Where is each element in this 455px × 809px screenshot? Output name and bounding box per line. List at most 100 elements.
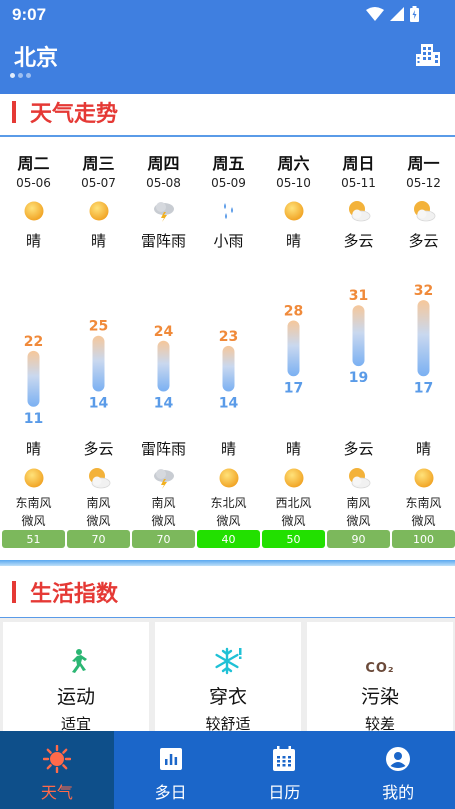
calendar-icon — [228, 743, 342, 775]
section-accent-bar — [12, 581, 16, 603]
night-column: 雷阵雨 南风 微风 — [131, 438, 196, 530]
low-temp-label: 14 — [89, 396, 109, 412]
low-temp-label: 14 — [154, 396, 174, 412]
aqi-badge: 70 — [132, 530, 195, 548]
night-column: 晴东南风 微风 — [1, 438, 66, 530]
thunderstorm-icon — [131, 464, 196, 492]
night-column: 晴西北风 微风 — [261, 438, 326, 530]
low-temp-label: 17 — [284, 380, 303, 396]
night-column: 晴东南风 微风 — [391, 438, 455, 530]
life-section-title: 生活指数 — [30, 582, 119, 607]
status-icons — [366, 6, 419, 22]
life-card-2[interactable]: CO₂ 污染 较差 — [307, 622, 453, 733]
high-temp-label: 25 — [89, 319, 108, 335]
sun-icon — [391, 464, 455, 492]
night-column: 多云 南风 微风 — [66, 438, 131, 530]
day-date: 05-06 — [16, 176, 51, 190]
temp-range-bar — [417, 300, 430, 377]
nav-item-2[interactable]: 日历 — [228, 731, 342, 809]
day-name: 周五 — [212, 154, 245, 173]
temp-range-bar — [222, 345, 235, 392]
temp-range-bar — [157, 340, 170, 392]
wind-direction: 西北风 — [275, 496, 312, 510]
night-condition: 晴 — [220, 440, 236, 458]
nav-item-3[interactable]: 我的 — [341, 731, 455, 809]
bottom-navigation: 天气 多日 日历 我的 — [0, 731, 455, 809]
high-temp-label: 23 — [219, 329, 238, 345]
sun-icon — [196, 464, 261, 492]
day-column[interactable]: 周五 05-09 小雨 — [196, 150, 261, 251]
high-temp-label: 22 — [24, 334, 43, 350]
high-temp-label: 32 — [414, 283, 433, 299]
nav-item-0[interactable]: 天气 — [0, 731, 114, 809]
day-column[interactable]: 周四 05-08 雷阵雨 — [131, 150, 196, 251]
day-column[interactable]: 周二 05-06 晴 — [1, 150, 66, 251]
wind-level: 微风 — [21, 514, 46, 528]
day-condition: 晴 — [90, 232, 106, 250]
temperature-range-chart: 22 11 25 14 24 14 23 14 28 17 31 19 32 17 — [24, 283, 433, 427]
high-temp-label: 24 — [154, 324, 174, 340]
aqi-badge: 51 — [2, 530, 65, 548]
day-condition: 多云 — [343, 232, 374, 250]
wind-direction: 南风 — [346, 496, 371, 510]
wind-direction: 南风 — [86, 496, 111, 510]
page-indicator — [10, 73, 31, 78]
wind-direction: 东南风 — [405, 496, 442, 510]
day-name: 周二 — [17, 154, 50, 173]
night-condition: 晴 — [25, 440, 41, 458]
day-condition: 晴 — [25, 232, 41, 250]
life-card-1[interactable]: 穿衣 较舒适 — [155, 622, 301, 733]
day-date: 05-08 — [146, 176, 181, 190]
sun-icon — [66, 198, 131, 224]
wind-level: 微风 — [216, 514, 241, 528]
aqi-badge: 40 — [197, 530, 260, 548]
wind-level: 微风 — [346, 514, 371, 528]
day-column[interactable]: 周三 05-07 晴 — [66, 150, 131, 251]
life-card-title: 运动 — [56, 686, 95, 708]
cloudy-icon — [66, 464, 131, 492]
aqi-badge: 90 — [327, 530, 390, 548]
city-title[interactable]: 北京 — [14, 40, 58, 72]
day-column[interactable]: 周日 05-11 多云 — [326, 150, 391, 251]
night-condition: 晴 — [415, 440, 431, 458]
day-date: 05-11 — [341, 176, 376, 190]
night-condition: 晴 — [285, 440, 301, 458]
nav-label: 日历 — [268, 783, 301, 802]
aqi-badge: 100 — [392, 530, 455, 548]
life-card-title: 污染 — [360, 686, 399, 708]
life-section-header: 生活指数 — [0, 572, 455, 612]
temp-range-bar — [92, 335, 105, 392]
day-name: 周三 — [82, 154, 115, 173]
sun-icon — [1, 464, 66, 492]
night-condition: 多云 — [343, 440, 374, 458]
wind-level: 微风 — [411, 514, 436, 528]
wind-direction: 南风 — [151, 496, 176, 510]
life-card-0[interactable]: 运动 适宜 — [3, 622, 149, 733]
low-temp-label: 17 — [414, 380, 433, 396]
night-condition: 雷阵雨 — [140, 440, 186, 458]
wind-level: 微风 — [151, 514, 176, 528]
sun-icon — [1, 198, 66, 224]
snowflake-icon — [155, 642, 301, 676]
aqi-badge: 70 — [67, 530, 130, 548]
temp-range-bar — [27, 350, 40, 407]
high-temp-label: 31 — [349, 288, 368, 304]
city-manage-icon[interactable] — [415, 42, 441, 68]
sun-icon — [261, 198, 326, 224]
day-column[interactable]: 周六 05-10 晴 — [261, 150, 326, 251]
life-index-cards: 运动 适宜 穿衣 较舒适 CO₂ 污染 较差 — [0, 618, 455, 733]
day-date: 05-10 — [276, 176, 311, 190]
thunderstorm-icon — [131, 198, 196, 224]
section-separator — [0, 560, 455, 566]
cloudy-icon — [391, 198, 455, 224]
wifi-icon — [366, 7, 384, 21]
status-time: 9:07 — [12, 5, 47, 24]
nav-item-1[interactable]: 多日 — [114, 731, 228, 809]
divider — [0, 135, 455, 137]
signal-icon — [390, 7, 404, 21]
wind-level: 微风 — [281, 514, 306, 528]
day-name: 周六 — [277, 154, 310, 173]
trend-section-title: 天气走势 — [30, 102, 119, 127]
day-column[interactable]: 周一 05-12 多云 — [391, 150, 455, 251]
day-name: 周四 — [147, 154, 180, 173]
